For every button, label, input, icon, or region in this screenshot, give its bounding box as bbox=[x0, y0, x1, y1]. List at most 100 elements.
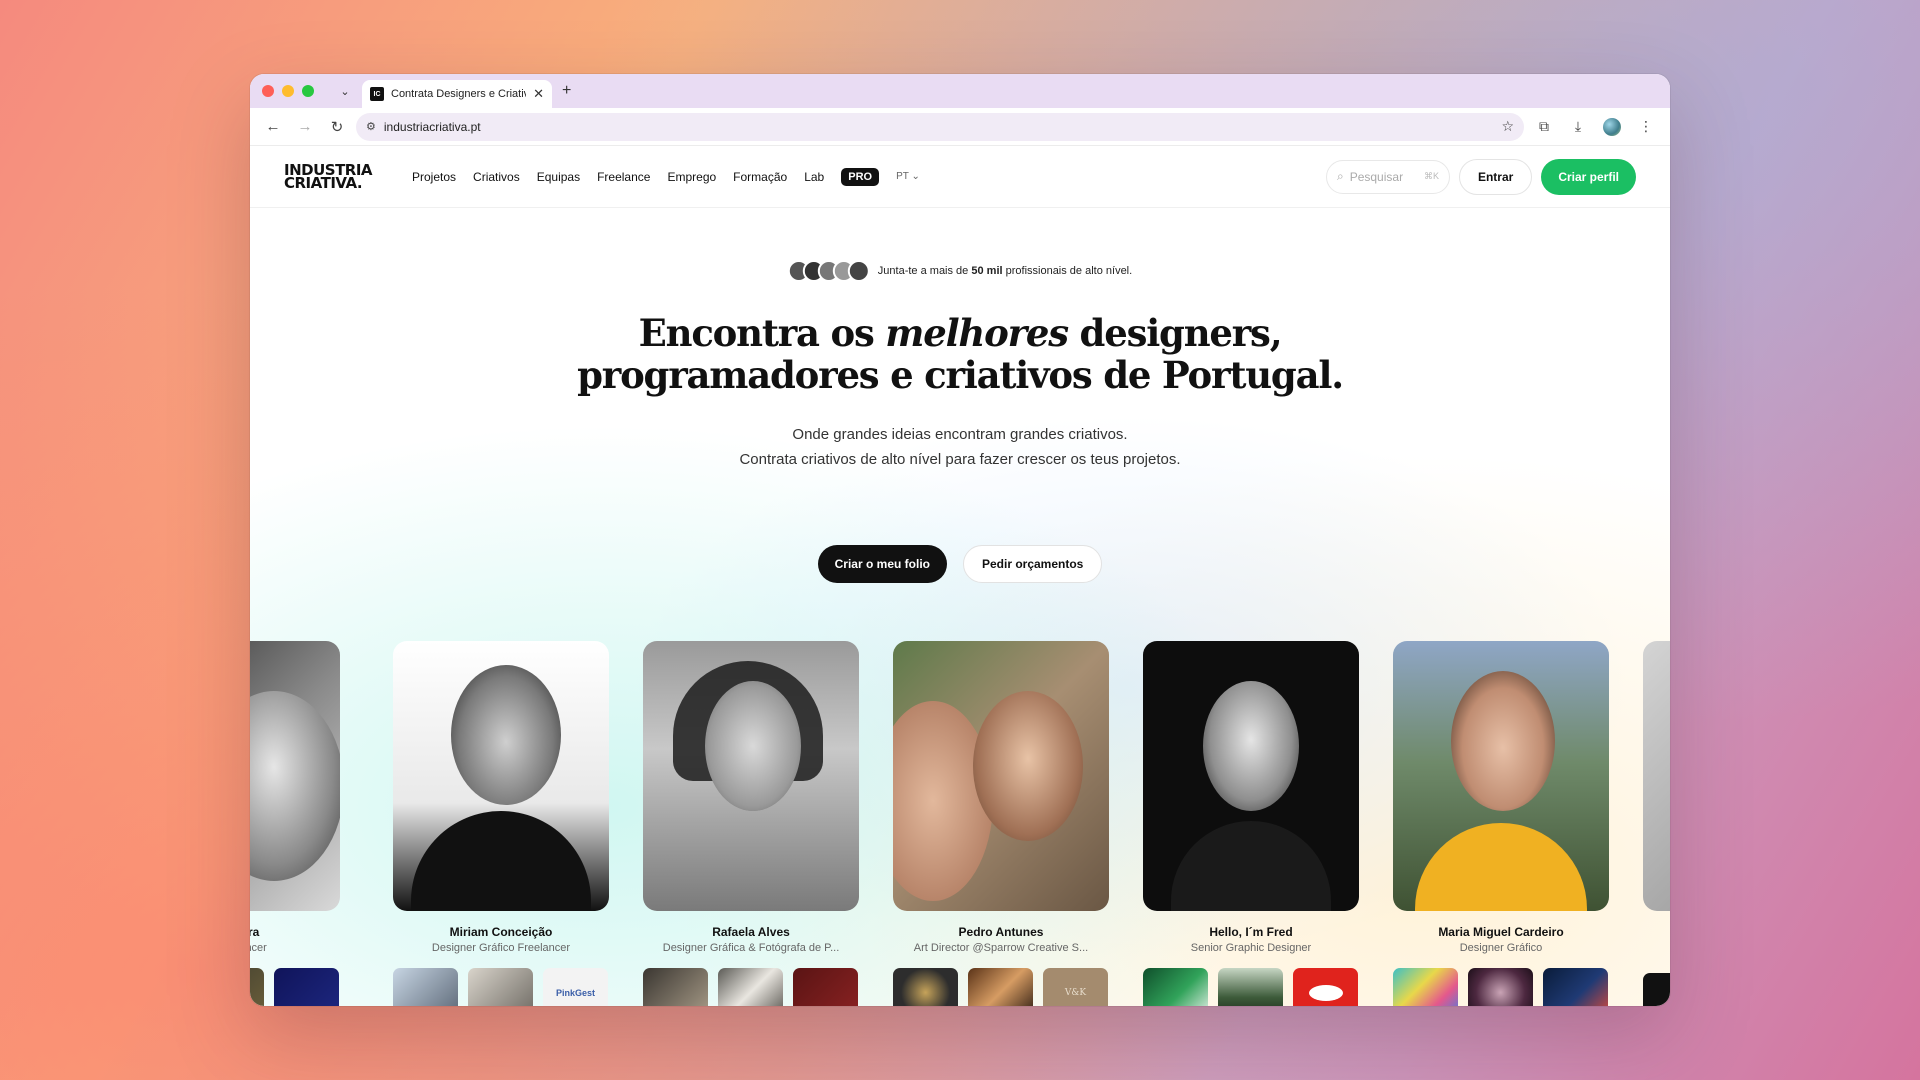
create-folio-button[interactable]: Criar o meu folio bbox=[817, 545, 947, 583]
creative-role: Designer Gráfico Freelancer bbox=[431, 942, 571, 954]
nav-link-freelance[interactable]: Freelance bbox=[597, 170, 650, 184]
creative-card[interactable]: Maria Miguel Cardeiro Designer Gráfico bbox=[1393, 641, 1609, 1006]
project-thumbnail[interactable] bbox=[1543, 968, 1608, 1006]
address-bar: ← → ↻ ⚙ industriacriativa.pt ☆ ⧉ ⤓ ⋮ bbox=[250, 108, 1670, 146]
project-thumbnail[interactable] bbox=[274, 968, 339, 1006]
tab-search-icon[interactable]: ⌄ bbox=[334, 80, 356, 102]
creative-role: ico Freelancer bbox=[250, 942, 267, 954]
creative-name[interactable]: Miriam Conceição bbox=[393, 925, 609, 939]
social-proof: Junta-te a mais de 50 mil profissionais … bbox=[787, 260, 1133, 282]
close-window-button[interactable] bbox=[262, 85, 274, 97]
window-controls bbox=[262, 85, 314, 97]
creative-projects bbox=[1393, 968, 1609, 1006]
creative-card[interactable]: Hello, I´m Fred Senior Graphic Designer bbox=[1143, 641, 1359, 1006]
kebab-menu-icon[interactable]: ⋮ bbox=[1632, 113, 1660, 141]
project-thumbnail[interactable]: V&K bbox=[1043, 968, 1108, 1006]
project-thumbnail[interactable] bbox=[643, 968, 708, 1006]
search-icon: ⌕ bbox=[1336, 169, 1344, 183]
search-placeholder: Pesquisar bbox=[1349, 169, 1404, 184]
search-input[interactable]: ⌕ Pesquisar ⌘K bbox=[1325, 159, 1450, 194]
pro-badge[interactable]: PRO bbox=[841, 167, 880, 186]
active-tab[interactable]: IC Contrata Designers e Criativos ✕ bbox=[362, 80, 552, 108]
back-icon[interactable]: ← bbox=[260, 114, 286, 140]
creative-projects bbox=[250, 968, 340, 1006]
main-nav: Projetos Criativos Equipas Freelance Emp… bbox=[412, 167, 920, 186]
creative-card[interactable] bbox=[1643, 641, 1670, 1006]
project-thumbnail[interactable] bbox=[1643, 973, 1670, 1006]
creatives-carousel[interactable]: o Oliveira ico Freelancer Miriam Conceiç… bbox=[250, 641, 1670, 1006]
nav-link-emprego[interactable]: Emprego bbox=[667, 170, 716, 184]
project-thumbnail[interactable] bbox=[468, 968, 533, 1006]
maximize-window-button[interactable] bbox=[302, 85, 314, 97]
avatar-stack bbox=[787, 260, 870, 282]
project-thumbnail[interactable] bbox=[718, 968, 783, 1006]
site-header: INDUSTRIA CRIATIVA. Projetos Criativos E… bbox=[250, 146, 1670, 208]
social-proof-text: Junta-te a mais de 50 mil profissionais … bbox=[877, 265, 1133, 277]
bookmark-star-icon[interactable]: ☆ bbox=[1501, 118, 1514, 135]
project-thumbnail[interactable] bbox=[1468, 968, 1533, 1006]
creative-projects bbox=[1643, 973, 1670, 1006]
creative-projects: V&K bbox=[893, 968, 1109, 1006]
project-thumbnail[interactable] bbox=[250, 968, 264, 1006]
hero-cta-group: Criar o meu folio Pedir orçamentos bbox=[250, 545, 1670, 583]
project-thumbnail[interactable] bbox=[968, 968, 1033, 1006]
creative-name[interactable]: Hello, I´m Fred bbox=[1143, 925, 1359, 939]
creative-card[interactable]: Rafaela Alves Designer Gráfica & Fotógra… bbox=[643, 641, 859, 1006]
creative-name[interactable]: Maria Miguel Cardeiro bbox=[1393, 925, 1609, 939]
create-profile-button[interactable]: Criar perfil bbox=[1541, 158, 1636, 195]
login-button[interactable]: Entrar bbox=[1458, 158, 1533, 195]
favicon-icon: IC bbox=[370, 87, 384, 101]
download-icon[interactable]: ⤓ bbox=[1564, 113, 1592, 141]
request-quotes-button[interactable]: Pedir orçamentos bbox=[962, 545, 1103, 583]
project-thumbnail[interactable] bbox=[1218, 968, 1283, 1006]
creative-role: Designer Gráfico bbox=[1459, 942, 1543, 954]
creative-name[interactable]: o Oliveira bbox=[250, 925, 340, 939]
creative-photo bbox=[1643, 641, 1670, 911]
creative-card[interactable]: o Oliveira ico Freelancer bbox=[250, 641, 340, 1006]
new-tab-icon[interactable]: + bbox=[562, 82, 571, 100]
search-shortcut: ⌘K bbox=[1423, 171, 1439, 181]
project-thumbnail[interactable] bbox=[793, 968, 858, 1006]
url-input[interactable]: ⚙ industriacriativa.pt ☆ bbox=[356, 112, 1524, 141]
project-thumbnail[interactable]: PinkGest bbox=[543, 968, 608, 1006]
creative-photo bbox=[893, 641, 1109, 911]
project-thumbnail[interactable] bbox=[1393, 968, 1458, 1006]
language-select[interactable]: PT ⌄ bbox=[896, 171, 920, 182]
site-logo[interactable]: INDUSTRIA CRIATIVA. bbox=[284, 162, 394, 190]
nav-link-formacao[interactable]: Formação bbox=[733, 170, 787, 184]
creative-role: Designer Gráfica & Fotógrafa de P... bbox=[662, 942, 840, 954]
site-settings-icon[interactable]: ⚙ bbox=[366, 120, 376, 133]
creative-card[interactable]: Pedro Antunes Art Director @Sparrow Crea… bbox=[893, 641, 1109, 1006]
project-thumbnail[interactable] bbox=[893, 968, 958, 1006]
project-thumbnail[interactable] bbox=[393, 968, 458, 1006]
tab-title: Contrata Designers e Criativos bbox=[391, 88, 527, 100]
hero-subtitle: Onde grandes ideias encontram grandes cr… bbox=[739, 426, 1181, 468]
hero-section: Junta-te a mais de 50 mil profissionais … bbox=[250, 208, 1670, 1006]
creative-photo bbox=[643, 641, 859, 911]
project-thumbnail[interactable] bbox=[1293, 968, 1358, 1006]
nav-link-equipas[interactable]: Equipas bbox=[537, 170, 580, 184]
profile-icon[interactable] bbox=[1598, 113, 1626, 141]
creative-role: Art Director @Sparrow Creative S... bbox=[913, 942, 1089, 954]
minimize-window-button[interactable] bbox=[282, 85, 294, 97]
creative-photo bbox=[1143, 641, 1359, 911]
nav-link-lab[interactable]: Lab bbox=[804, 170, 824, 184]
url-text: industriacriativa.pt bbox=[383, 119, 481, 134]
forward-icon[interactable]: → bbox=[292, 114, 318, 140]
creative-name[interactable]: Pedro Antunes bbox=[893, 925, 1109, 939]
project-thumbnail[interactable] bbox=[1143, 968, 1208, 1006]
reload-icon[interactable]: ↻ bbox=[324, 114, 350, 140]
close-tab-icon[interactable]: ✕ bbox=[533, 86, 544, 102]
nav-link-criativos[interactable]: Criativos bbox=[473, 170, 520, 184]
creative-card[interactable]: Miriam Conceição Designer Gráfico Freela… bbox=[393, 641, 609, 1006]
creative-projects: PinkGest bbox=[393, 968, 609, 1006]
creative-photo bbox=[1393, 641, 1609, 911]
page-title: Encontra os melhores designers, programa… bbox=[577, 311, 1344, 397]
extensions-icon[interactable]: ⧉ bbox=[1530, 113, 1558, 141]
creative-photo bbox=[250, 641, 340, 911]
creative-photo bbox=[393, 641, 609, 911]
creative-role: Senior Graphic Designer bbox=[1190, 942, 1312, 954]
nav-link-projetos[interactable]: Projetos bbox=[412, 170, 456, 184]
creative-projects bbox=[1143, 968, 1359, 1006]
creative-name[interactable]: Rafaela Alves bbox=[643, 925, 859, 939]
